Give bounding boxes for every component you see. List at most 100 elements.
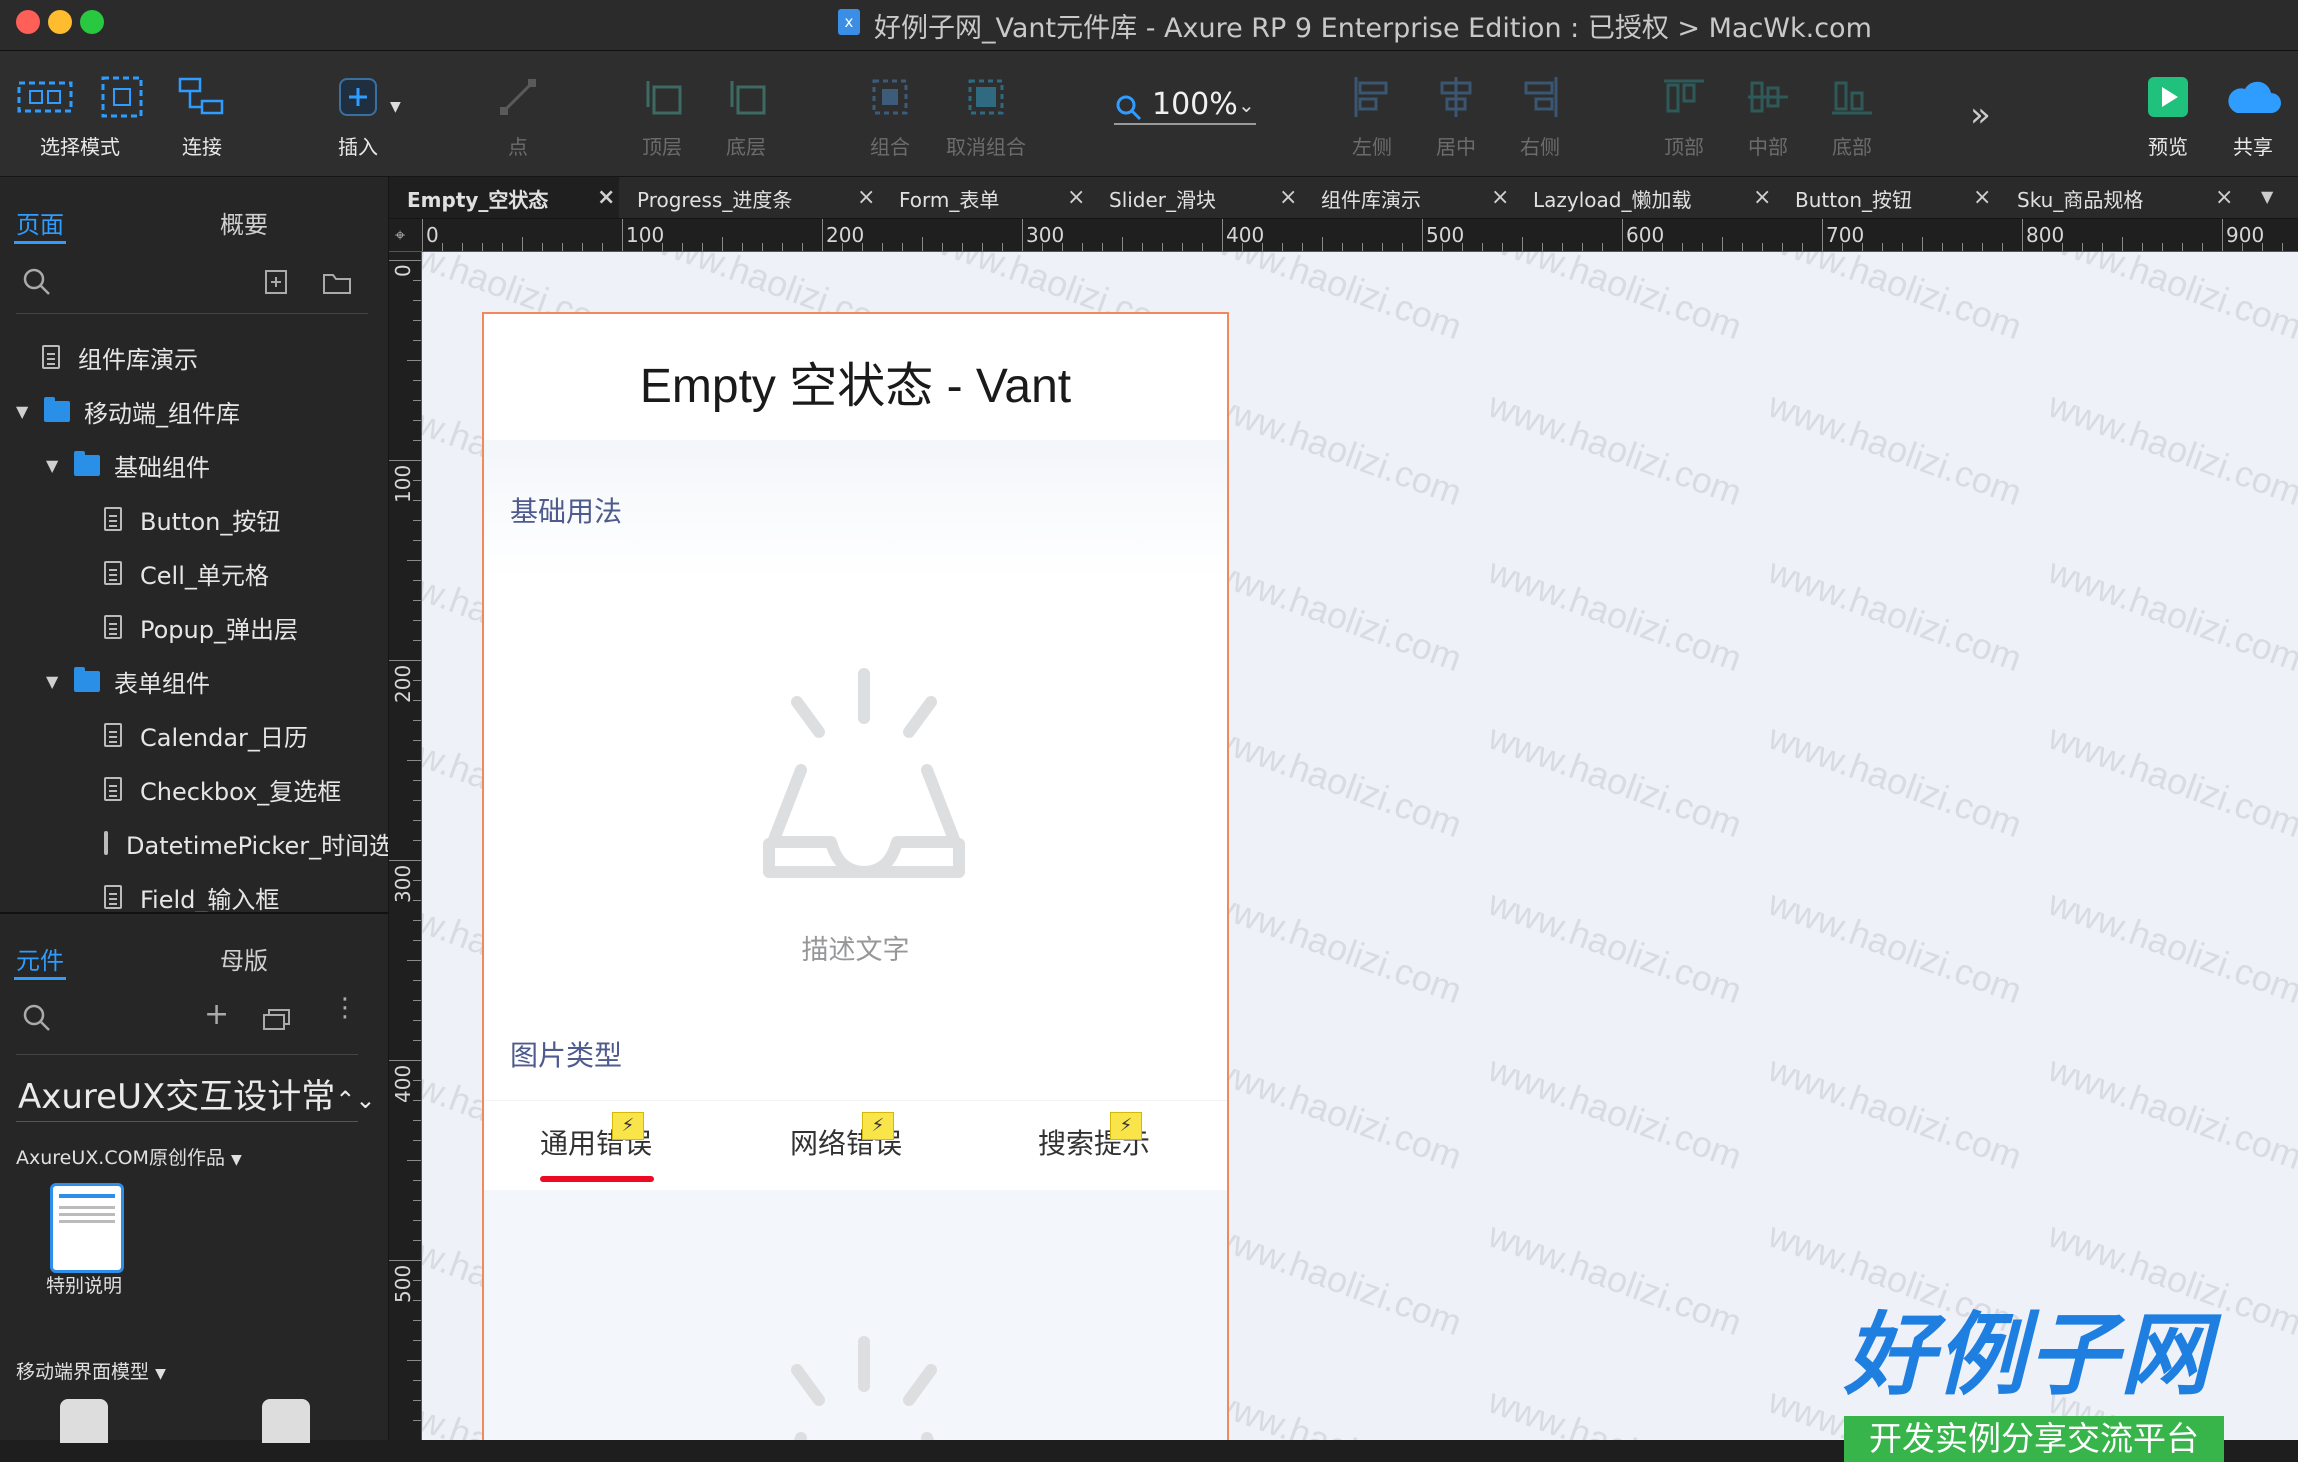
insert-button[interactable]: 插入 [328,69,388,160]
connect-button[interactable]: 连接 [172,69,232,160]
more-tools-icon[interactable]: » [1970,95,1991,135]
tab-widgets[interactable]: 元件 [16,941,64,976]
point-button[interactable]: 点 [488,69,548,160]
select-mode-button[interactable]: 选择模式 [10,69,120,160]
tabs-overflow-icon[interactable]: ▼ [2261,187,2273,206]
panel-splitter[interactable] [0,912,388,914]
watermark-text: www.haolizi.com [1203,252,1468,348]
watermark-text: www.haolizi.com [2043,383,2298,514]
tree-item-page[interactable]: Cell_单元格 [104,553,269,593]
caret-down-icon[interactable]: ▼ [16,402,34,421]
ruler-major-tick [389,1060,421,1061]
tree-item-page[interactable]: Popup_弹出层 [104,607,298,647]
zoom-window-button[interactable] [80,10,104,34]
top-layer-label: 顶层 [642,135,682,159]
library-copy-icon[interactable] [262,1007,292,1031]
close-icon[interactable]: × [1753,185,1771,210]
select-mode-2-button[interactable] [92,69,152,125]
tab-masters[interactable]: 母版 [220,941,268,976]
tab-outline[interactable]: 概要 [220,205,268,240]
doc-tab-label: Form_表单 [899,188,1000,212]
ruler-minor-tick [413,940,421,941]
doc-tab[interactable]: Slider_滑块 × [1091,177,1303,218]
ruler-minor-tick [1182,243,1183,251]
tree-item-page[interactable]: Calendar_日历 [104,715,308,755]
ruler-minor-tick [802,243,803,251]
minimize-window-button[interactable] [48,10,72,34]
phone-artboard[interactable]: Empty 空状态 - Vant 基础用法 描述文字 图片类型 通用错误 ⚡ 网… [482,312,1229,1440]
ruler-minor-tick [413,740,421,741]
design-canvas[interactable]: www.haolizi.com www.haolizi.com www.haoliz… [422,252,2298,1440]
group-button[interactable]: 组合 [860,69,920,160]
doc-tab-label: 组件库演示 [1321,188,1421,212]
align-center-label: 居中 [1436,135,1476,159]
page-icon [104,777,122,801]
connect-label: 连接 [182,135,222,159]
tree-item-folder[interactable]: ▼ 表单组件 [46,661,210,701]
align-center-button[interactable]: 居中 [1426,69,1486,160]
align-bottom-button[interactable]: 底部 [1822,69,1882,160]
library-selector[interactable]: AxureUX交互设计常⌃⌄ [18,1069,375,1118]
close-icon[interactable]: × [1279,185,1297,210]
bottom-layer-label: 底层 [726,135,766,159]
send-to-back-button[interactable]: 底层 [716,69,776,160]
more-options-icon[interactable]: ⋮ [332,995,358,1021]
tab-pages[interactable]: 页面 [16,205,64,240]
ruler-minor-tick [407,1160,421,1161]
ruler-major-tick [2022,219,2023,251]
doc-tab[interactable]: 组件库演示 × [1303,177,1515,218]
ruler-minor-tick [1402,243,1403,251]
ruler-minor-tick [642,243,643,251]
align-top-button[interactable]: 顶部 [1654,69,1714,160]
align-left-button[interactable]: 左侧 [1342,69,1402,160]
widget-label: 特别说明 [46,1275,123,1297]
widget-group-header[interactable]: 移动端界面模型 ▼ [16,1357,166,1384]
doc-tab[interactable]: Form_表单 × [881,177,1091,218]
tree-item-folder[interactable]: ▼ 基础组件 [46,445,210,485]
ruler-minor-tick [413,1340,421,1341]
align-middle-button[interactable]: 中部 [1738,69,1798,160]
ruler-minor-tick [1722,237,1723,251]
widget-thumbnail[interactable] [262,1399,310,1443]
widget-thumbnail[interactable] [60,1399,108,1443]
doc-tab[interactable]: Button_按钮 × [1777,177,1999,218]
add-library-icon[interactable]: + [204,997,229,1032]
ruler-minor-tick [862,243,863,251]
tree-item-page[interactable]: Button_按钮 [104,499,280,539]
widget-thumbnail[interactable] [50,1183,124,1273]
tree-item-page[interactable]: 组件库演示 [42,337,198,377]
close-icon[interactable]: × [1973,185,1991,210]
close-icon[interactable]: × [857,185,875,210]
doc-tab[interactable]: Progress_进度条 × [619,177,881,218]
tree-item-page[interactable]: DatetimePicker_时间选 [104,823,388,863]
doc-tab[interactable]: Sku_商品规格 × [1999,177,2239,218]
add-page-icon[interactable] [264,269,290,295]
tree-item-page[interactable]: Field_输入框 [104,877,279,917]
caret-down-icon[interactable]: ▼ [46,456,64,475]
ruler-minor-tick [407,360,421,361]
library-divider [16,1121,358,1122]
ruler-minor-tick [782,243,783,251]
bring-to-front-button[interactable]: 顶层 [632,69,692,160]
doc-tab[interactable]: Empty_空状态 × [389,177,619,218]
close-icon[interactable]: × [597,185,615,210]
close-icon[interactable]: × [1067,185,1085,210]
tree-item-folder[interactable]: ▼ 移动端_组件库 [16,391,240,431]
close-window-button[interactable] [16,10,40,34]
add-folder-icon[interactable] [322,271,352,295]
preview-button[interactable]: 预览 [2138,69,2198,160]
widget-group-header[interactable]: AxureUX.COM原创作品 ▼ [16,1143,242,1170]
search-icon[interactable] [22,267,52,297]
tree-item-page[interactable]: Checkbox_复选框 [104,769,341,809]
close-icon[interactable]: × [1491,185,1509,210]
zoom-selector[interactable]: 100% ⌄ [1114,87,1256,125]
align-right-button[interactable]: 右侧 [1510,69,1570,160]
search-icon[interactable] [22,1003,52,1033]
ungroup-button[interactable]: 取消组合 [946,69,1026,160]
share-button[interactable]: 共享 [2220,69,2286,160]
doc-tab[interactable]: Lazyload_懒加载 × [1515,177,1777,218]
close-icon[interactable]: × [2215,185,2233,210]
insert-dropdown-icon[interactable]: ▼ [390,99,401,115]
crosshair-icon[interactable]: ⌖ [395,225,405,246]
caret-down-icon[interactable]: ▼ [46,672,64,691]
